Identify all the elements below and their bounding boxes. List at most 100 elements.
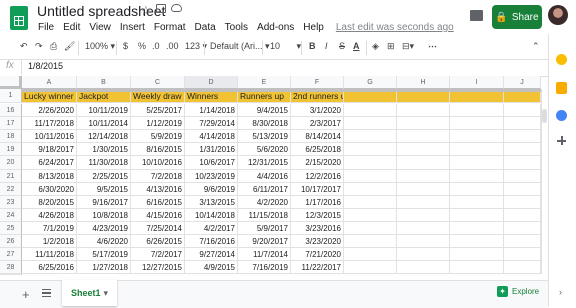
font-select[interactable]: Default (Ari... ▾ [210,41,270,52]
table-cell[interactable] [504,117,541,130]
table-cell[interactable]: 12/3/2015 [291,209,344,222]
frozen-row-divider[interactable] [22,89,541,92]
table-cell[interactable]: 10/6/2017 [185,156,238,170]
table-cell[interactable] [450,143,504,156]
table-cell[interactable] [397,209,450,222]
table-cell[interactable]: 6/25/2018 [291,143,344,156]
table-cell[interactable]: 1/31/2016 [185,143,238,156]
sheets-logo-icon[interactable] [10,6,28,30]
menu-format[interactable]: Format [154,22,186,33]
table-cell[interactable]: 7/25/2014 [131,222,185,235]
table-cell[interactable] [344,209,397,222]
table-cell[interactable] [450,222,504,235]
row-header[interactable]: 1 [0,89,22,103]
table-cell[interactable] [450,104,504,117]
table-cell[interactable]: 5/17/2019 [77,248,131,261]
table-cell[interactable] [344,261,397,274]
table-cell[interactable] [504,143,541,156]
table-cell[interactable] [397,104,450,117]
table-cell[interactable]: 4/2/2020 [238,196,291,209]
table-cell[interactable] [344,143,397,156]
zoom-select[interactable]: 100% ▾ [85,41,115,52]
text-color-button[interactable]: A [353,41,360,51]
table-cell[interactable] [504,183,541,196]
table-cell[interactable] [397,235,450,248]
table-cell[interactable]: 10/17/2017 [291,183,344,196]
row-header[interactable]: 27 [0,248,22,261]
table-cell[interactable]: 1/14/2018 [185,104,238,117]
table-cell[interactable]: 2/25/2015 [77,170,131,183]
table-cell[interactable]: 11/22/2017 [291,261,344,274]
table-cell[interactable] [504,156,541,170]
table-cell[interactable] [450,170,504,183]
calendar-icon[interactable] [556,110,567,121]
borders-icon[interactable]: ⊞ [387,41,395,52]
row-header[interactable]: 24 [0,209,22,222]
table-cell[interactable] [397,143,450,156]
table-cell[interactable]: 11/11/2018 [22,248,77,261]
explore-button[interactable]: ✦ Explore [497,286,539,297]
table-cell[interactable] [450,209,504,222]
table-cell[interactable] [450,156,504,170]
font-size-select[interactable]: 10 ▾ [270,41,301,52]
menu-help[interactable]: Help [303,22,324,33]
table-cell[interactable] [504,170,541,183]
avatar[interactable] [548,5,568,25]
table-cell[interactable] [344,104,397,117]
menu-data[interactable]: Data [195,22,216,33]
table-cell[interactable]: 1/12/2019 [131,117,185,130]
table-cell[interactable]: 8/14/2014 [291,130,344,143]
table-cell[interactable]: 3/1/2020 [291,104,344,117]
table-cell[interactable]: 12/31/2015 [238,156,291,170]
table-cell[interactable]: 5/13/2019 [238,130,291,143]
table-cell[interactable]: 8/13/2018 [22,170,77,183]
table-cell[interactable] [450,196,504,209]
table-cell[interactable]: 2/15/2020 [291,156,344,170]
redo-icon[interactable]: ↷ [35,41,43,52]
column-header-b[interactable]: B [77,76,131,89]
table-cell[interactable] [344,170,397,183]
share-button[interactable]: 🔒 Share [492,5,542,29]
column-header-j[interactable]: J [504,76,541,89]
column-header-f[interactable]: F [291,76,344,89]
table-cell[interactable]: 3/13/2015 [185,196,238,209]
table-cell[interactable]: 6/25/2016 [22,261,77,274]
table-cell[interactable]: 12/27/2015 [131,261,185,274]
column-header-e[interactable]: E [238,76,291,89]
table-cell[interactable] [450,130,504,143]
column-header-g[interactable]: G [344,76,397,89]
table-cell[interactable]: 7/21/2020 [291,248,344,261]
table-cell[interactable]: 2/3/2017 [291,117,344,130]
table-cell[interactable]: 4/15/2016 [131,209,185,222]
table-cell[interactable] [344,130,397,143]
table-cell[interactable] [504,222,541,235]
table-cell[interactable]: 6/30/2020 [22,183,77,196]
menu-view[interactable]: View [89,22,111,33]
menu-addons[interactable]: Add-ons [257,22,294,33]
table-cell[interactable]: 9/27/2014 [185,248,238,261]
table-cell[interactable]: 1/2/2018 [22,235,77,248]
keep-icon[interactable] [556,54,567,65]
table-cell[interactable]: 4/14/2018 [185,130,238,143]
strikethrough-button[interactable]: S [339,41,345,51]
menu-edit[interactable]: Edit [63,22,80,33]
table-cell[interactable]: 8/30/2018 [238,117,291,130]
table-cell[interactable]: 6/16/2015 [131,196,185,209]
print-icon[interactable]: ⎙ [50,41,57,52]
row-header[interactable]: 22 [0,183,22,196]
star-icon[interactable]: ☆ [140,3,152,19]
table-cell[interactable]: 12/2/2016 [291,170,344,183]
row-header[interactable]: 19 [0,143,22,156]
merge-cells-icon[interactable]: ⊟▾ [402,41,414,52]
formula-input[interactable]: 1/8/2015 [28,61,63,71]
table-cell[interactable] [397,248,450,261]
table-cell[interactable] [344,183,397,196]
menu-tools[interactable]: Tools [225,22,248,33]
move-folder-icon[interactable] [156,4,166,13]
table-cell[interactable] [504,209,541,222]
row-header[interactable]: 26 [0,235,22,248]
table-cell[interactable] [504,196,541,209]
table-cell[interactable] [397,222,450,235]
paint-format-icon[interactable]: 🖌 [64,41,75,52]
table-cell[interactable]: 11/17/2018 [22,117,77,130]
